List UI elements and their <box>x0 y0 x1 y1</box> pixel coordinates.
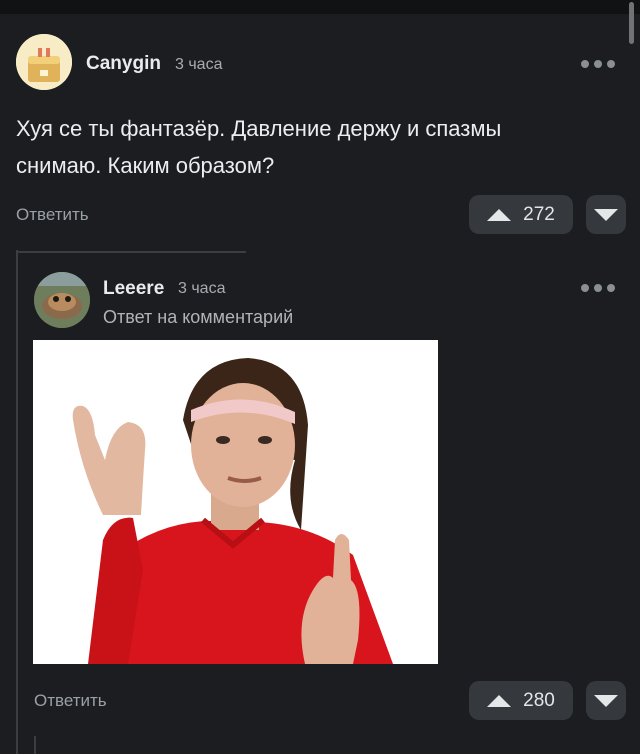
triangle-up-icon <box>487 208 512 221</box>
reply-button[interactable]: Ответить <box>16 205 89 225</box>
upvote-button[interactable]: 272 <box>469 195 573 234</box>
comment-time: 3 часа <box>175 56 223 73</box>
scrollbar[interactable] <box>629 2 634 44</box>
reply-to-label: Ответ на комментарий <box>103 307 294 327</box>
thread-branch <box>16 251 246 253</box>
thread-line <box>16 250 18 754</box>
upvote-button[interactable]: 280 <box>469 681 573 720</box>
more-dots-icon[interactable] <box>581 284 615 292</box>
triangle-down-icon <box>594 208 618 221</box>
triangle-up-icon <box>487 694 512 707</box>
avatar-leeere[interactable] <box>34 272 90 328</box>
reply-button[interactable]: Ответить <box>34 691 107 711</box>
person-photo-illustration <box>33 340 438 664</box>
more-dots-icon[interactable] <box>581 60 615 68</box>
comment-time: 3 часа <box>178 280 226 297</box>
comment-text: Хуя се ты фантазёр. Давление держу и спа… <box>16 116 502 178</box>
cake-avatar-icon <box>16 34 72 90</box>
downvote-button[interactable] <box>586 681 626 720</box>
top-bar <box>0 0 640 14</box>
comment-image[interactable] <box>33 340 438 664</box>
avatar-canygin[interactable] <box>16 34 72 90</box>
downvote-button[interactable] <box>586 195 626 234</box>
animal-avatar-icon <box>34 272 90 328</box>
username[interactable]: Leeere <box>103 278 164 300</box>
vote-count: 280 <box>523 689 555 711</box>
vote-count: 272 <box>523 203 555 225</box>
nested-thread-line <box>34 736 36 754</box>
username[interactable]: Canygin <box>86 53 161 75</box>
triangle-down-icon <box>594 694 618 707</box>
